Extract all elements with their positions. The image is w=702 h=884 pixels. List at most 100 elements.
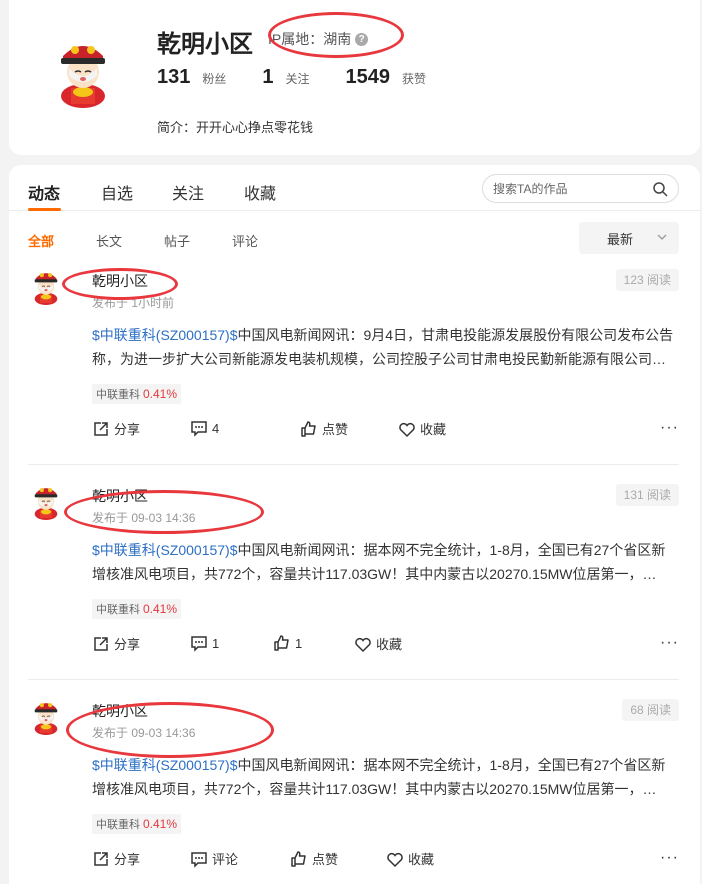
read-count: 123 阅读 (615, 269, 679, 291)
like-count: 1 (295, 635, 303, 651)
tab-dynamic[interactable]: 动态 (28, 180, 60, 204)
stock-link[interactable]: $中联重科(SZ000157)$ (92, 757, 238, 773)
favorite-label: 收藏 (408, 852, 435, 867)
post-item[interactable]: 乾明小区 发布于 09-03 14:36 131 阅读 $中联重科(SZ0001… (28, 484, 679, 664)
comment-icon (191, 421, 207, 437)
filter-posts[interactable]: 帖子 (164, 231, 190, 250)
stock-link[interactable]: $中联重科(SZ000157)$ (92, 327, 238, 343)
favorite-label: 收藏 (376, 637, 403, 652)
comment-button[interactable]: 4 (190, 419, 219, 437)
profile-bio: 简介：开开心心挣点零花钱 (157, 120, 314, 135)
more-options-icon[interactable]: ··· (660, 634, 679, 652)
comment-button[interactable]: 评论 (190, 849, 238, 868)
stat-fans[interactable]: 131 粉丝 (157, 66, 226, 89)
stock-tag[interactable]: 中联重科 0.41% (92, 814, 182, 834)
tab-following[interactable]: 关注 (172, 180, 204, 204)
search-box[interactable] (482, 174, 679, 203)
share-button[interactable]: 分享 (92, 419, 140, 438)
post-content[interactable]: $中联重科(SZ000157)$中国风电新闻网讯：据本网不完全统计，1-8月，全… (92, 753, 679, 801)
comment-button[interactable]: 1 (190, 634, 219, 652)
profile-name: 乾明小区 (157, 31, 253, 58)
filter-comments[interactable]: 评论 (232, 231, 258, 250)
chevron-down-icon (657, 234, 667, 240)
filter-all[interactable]: 全部 (28, 231, 54, 250)
share-label: 分享 (114, 422, 141, 437)
sort-dropdown[interactable]: 最新 (579, 222, 679, 254)
share-button[interactable]: 分享 (92, 634, 140, 653)
post-actions: 分享 1 1 收藏 ··· (92, 634, 679, 654)
stock-tag[interactable]: 中联重科 0.41% (92, 384, 182, 404)
thumbs-up-icon (301, 420, 316, 437)
favorite-button[interactable]: 收藏 (354, 634, 402, 653)
stat-number: 1 (262, 66, 274, 88)
stock-tag-change: 0.41% (143, 602, 178, 616)
author-avatar[interactable] (28, 269, 64, 305)
content-card: 动态 自选 关注 收藏 全部 长文 帖子 评论 最新 乾明小区 发布于 1小时前… (9, 165, 700, 884)
post-time: 发布于 09-03 14:36 (92, 726, 196, 740)
filter-long-article[interactable]: 长文 (96, 231, 122, 250)
tab-watchlist[interactable]: 自选 (101, 180, 133, 204)
stock-tag-name: 中联重科 (96, 819, 140, 831)
stock-tag-change: 0.41% (143, 817, 178, 831)
like-button[interactable]: 1 (273, 634, 302, 652)
read-count: 131 阅读 (615, 484, 679, 506)
stock-tag[interactable]: 中联重科 0.41% (92, 599, 182, 619)
share-icon (94, 421, 108, 436)
search-icon[interactable] (652, 181, 668, 197)
divider (28, 679, 679, 680)
stock-link[interactable]: $中联重科(SZ000157)$ (92, 542, 238, 558)
search-input[interactable] (493, 181, 643, 196)
author-name[interactable]: 乾明小区 (92, 271, 148, 291)
favorite-button[interactable]: 收藏 (398, 419, 446, 438)
like-label: 点赞 (322, 422, 349, 437)
favorite-button[interactable]: 收藏 (386, 849, 434, 868)
comment-icon (191, 636, 207, 652)
profile-card: 乾明小区 IP属地：湖南 ? 131 粉丝 1 关注 1549 获赞 简介：开开… (9, 0, 700, 155)
share-button[interactable]: 分享 (92, 849, 140, 868)
stock-tag-name: 中联重科 (96, 389, 140, 401)
divider (28, 464, 679, 465)
share-icon (94, 851, 108, 866)
read-count: 68 阅读 (622, 699, 679, 721)
stat-following[interactable]: 1 关注 (262, 66, 309, 89)
thumbs-up-icon (274, 635, 289, 651)
like-button[interactable]: 点赞 (300, 419, 348, 438)
stat-label: 获赞 (402, 72, 427, 86)
favorite-label: 收藏 (420, 422, 447, 437)
post-content[interactable]: $中联重科(SZ000157)$中国风电新闻网讯：9月4日，甘肃电投能源发展股份… (92, 323, 679, 371)
profile-stats: 131 粉丝 1 关注 1549 获赞 (157, 66, 462, 89)
share-icon (94, 636, 108, 651)
author-avatar[interactable] (28, 484, 64, 520)
stock-tag-change: 0.41% (143, 387, 178, 401)
heart-icon (387, 852, 403, 867)
post-item[interactable]: 乾明小区 发布于 09-03 14:36 68 阅读 $中联重科(SZ00015… (28, 699, 679, 879)
author-name[interactable]: 乾明小区 (92, 486, 148, 506)
tab-favorites[interactable]: 收藏 (244, 180, 276, 204)
post-actions: 分享 4 点赞 收藏 ··· (92, 419, 679, 439)
like-button[interactable]: 点赞 (290, 849, 338, 868)
post-content[interactable]: $中联重科(SZ000157)$中国风电新闻网讯：据本网不完全统计，1-8月，全… (92, 538, 679, 586)
comment-count: 1 (212, 635, 220, 651)
heart-icon (355, 637, 371, 652)
more-options-icon[interactable]: ··· (660, 419, 679, 437)
post-item[interactable]: 乾明小区 发布于 1小时前 123 阅读 $中联重科(SZ000157)$中国风… (28, 269, 679, 449)
comment-icon (191, 851, 207, 868)
more-options-icon[interactable]: ··· (660, 849, 679, 867)
author-avatar[interactable] (28, 699, 64, 735)
stat-likes: 1549 获赞 (346, 66, 427, 89)
share-label: 分享 (114, 852, 141, 867)
comment-count: 4 (212, 420, 220, 436)
stat-label: 关注 (285, 72, 310, 86)
post-time: 发布于 09-03 14:36 (92, 511, 196, 525)
post-actions: 分享 评论 点赞 收藏 ··· (92, 849, 679, 869)
stat-label: 粉丝 (202, 72, 227, 86)
author-name[interactable]: 乾明小区 (92, 701, 148, 721)
help-icon[interactable]: ? (355, 32, 369, 46)
stock-tag-name: 中联重科 (96, 604, 140, 616)
stat-number: 1549 (345, 66, 391, 88)
avatar[interactable] (51, 38, 115, 108)
heart-icon (399, 422, 415, 437)
thumbs-up-icon (291, 850, 306, 867)
sort-label: 最新 (607, 231, 634, 247)
tab-bar: 动态 自选 关注 收藏 (9, 165, 700, 211)
